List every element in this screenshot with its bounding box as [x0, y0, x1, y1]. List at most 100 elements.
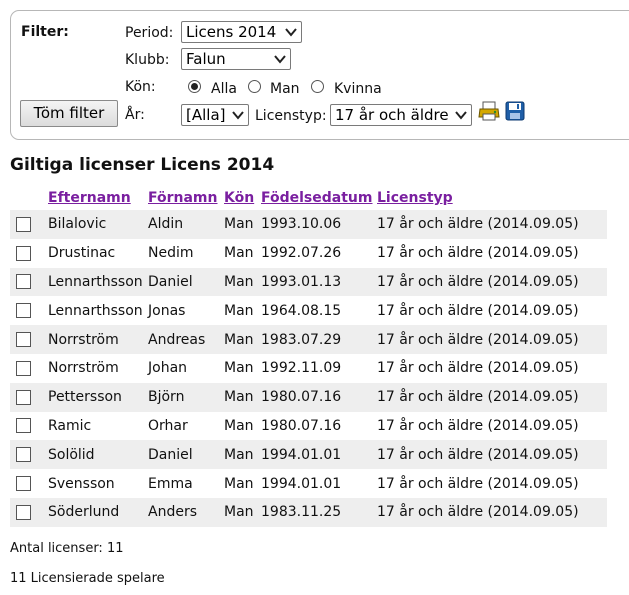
- gender-radio-kvinna[interactable]: [311, 80, 324, 93]
- cell-firstname: Björn: [148, 382, 224, 412]
- cell-license-type: 17 år och äldre (2014.09.05): [377, 497, 607, 527]
- row-checkbox[interactable]: [16, 360, 31, 376]
- filter-title: Filter:: [21, 24, 69, 40]
- period-select[interactable]: Licens 2014: [181, 21, 302, 43]
- cell-birthdate: 1994.01.01: [261, 469, 377, 498]
- cell-gender: Man: [224, 382, 261, 412]
- year-select[interactable]: [Alla]: [181, 104, 249, 126]
- cell-license-type: 17 år och äldre (2014.09.05): [377, 238, 607, 268]
- row-checkbox[interactable]: [16, 418, 31, 434]
- license-type-label: Licenstyp:: [255, 108, 327, 124]
- column-header-gender[interactable]: Kön: [224, 190, 261, 210]
- gender-radio-man[interactable]: [248, 80, 261, 93]
- cell-gender: Man: [224, 296, 261, 326]
- cell-select: [10, 411, 48, 441]
- club-select[interactable]: Falun: [181, 48, 291, 70]
- cell-lastname: Norrström: [48, 353, 148, 383]
- gender-radio-alla[interactable]: [188, 80, 201, 93]
- club-select-value: Falun: [186, 50, 226, 68]
- cell-firstname: Aldin: [148, 210, 224, 239]
- cell-firstname: Nedim: [148, 238, 224, 268]
- cell-birthdate: 1994.01.01: [261, 440, 377, 470]
- cell-gender: Man: [224, 497, 261, 527]
- column-header-firstname[interactable]: Förnamn: [148, 190, 224, 210]
- table-row: Lennarthsson Jonas Man 1964.08.15 17 år och …: [10, 296, 607, 326]
- cell-lastname: Norrström: [48, 325, 148, 354]
- table-row: Svensson Emma Man 1994.01.01 17 år och äldre…: [10, 469, 607, 498]
- table-row: Bilalovic Aldin Man 1993.10.06 17 år och äld…: [10, 210, 607, 239]
- cell-firstname: Johan: [148, 353, 224, 383]
- printer-icon[interactable]: [478, 101, 500, 121]
- cell-license-type: 17 år och äldre (2014.09.05): [377, 440, 607, 470]
- save-icon[interactable]: [505, 101, 525, 121]
- club-label: Klubb:: [125, 52, 170, 68]
- chevron-down-icon: [274, 55, 286, 64]
- table-row: Solölid Daniel Man 1994.01.01 17 år och äldr…: [10, 440, 607, 470]
- cell-select: [10, 353, 48, 383]
- cell-gender: Man: [224, 210, 261, 239]
- row-checkbox[interactable]: [16, 389, 31, 405]
- row-checkbox[interactable]: [16, 504, 31, 520]
- cell-select: [10, 469, 48, 498]
- license-type-select[interactable]: 17 år och äldre: [330, 104, 472, 126]
- table-body: Bilalovic Aldin Man 1993.10.06 17 år och äld…: [10, 210, 607, 527]
- cell-firstname: Jonas: [148, 296, 224, 326]
- cell-birthdate: 1964.08.15: [261, 296, 377, 326]
- table-row: Pettersson Björn Man 1980.07.16 17 år och äl…: [10, 382, 607, 412]
- cell-firstname: Emma: [148, 469, 224, 498]
- cell-birthdate: 1983.11.25: [261, 497, 377, 527]
- table-row: Norrström Johan Man 1992.11.09 17 år och äld…: [10, 353, 607, 383]
- cell-select: [10, 238, 48, 268]
- cell-select: [10, 210, 48, 239]
- gender-label: Kön:: [125, 79, 156, 95]
- cell-birthdate: 1993.10.06: [261, 210, 377, 239]
- period-select-value: Licens 2014: [186, 23, 277, 41]
- cell-license-type: 17 år och äldre (2014.09.05): [377, 382, 607, 412]
- page-title: Giltiga licenser Licens 2014: [10, 155, 275, 175]
- cell-birthdate: 1983.07.29: [261, 325, 377, 354]
- year-label: År:: [125, 107, 145, 123]
- table-header-row: Efternamn Förnamn Kön Födelsedatum Licen…: [10, 190, 607, 210]
- cell-lastname: Drustinac: [48, 238, 148, 268]
- licensed-players-count: 11 Licensierade spelare: [10, 571, 165, 586]
- cell-birthdate: 1992.11.09: [261, 353, 377, 383]
- table-row: Drustinac Nedim Man 1992.07.26 17 år och äld…: [10, 238, 607, 268]
- cell-license-type: 17 år och äldre (2014.09.05): [377, 353, 607, 383]
- period-label: Period:: [125, 25, 174, 41]
- cell-gender: Man: [224, 325, 261, 354]
- row-checkbox[interactable]: [16, 447, 31, 463]
- cell-firstname: Orhar: [148, 411, 224, 441]
- cell-license-type: 17 år och äldre (2014.09.05): [377, 325, 607, 354]
- cell-select: [10, 382, 48, 412]
- cell-lastname: Ramic: [48, 411, 148, 441]
- cell-license-type: 17 år och äldre (2014.09.05): [377, 267, 607, 297]
- cell-license-type: 17 år och äldre (2014.09.05): [377, 411, 607, 441]
- row-checkbox[interactable]: [16, 303, 31, 319]
- cell-gender: Man: [224, 440, 261, 470]
- row-checkbox[interactable]: [16, 476, 31, 492]
- cell-gender: Man: [224, 267, 261, 297]
- licenses-table: Efternamn Förnamn Kön Födelsedatum Licen…: [10, 190, 607, 527]
- cell-license-type: 17 år och äldre (2014.09.05): [377, 469, 607, 498]
- column-header-lastname[interactable]: Efternamn: [48, 190, 148, 210]
- chevron-down-icon: [455, 111, 467, 120]
- cell-birthdate: 1980.07.16: [261, 411, 377, 441]
- column-header-birthdate[interactable]: Födelsedatum: [261, 190, 377, 210]
- cell-lastname: Bilalovic: [48, 210, 148, 239]
- table-row: Söderlund Anders Man 1983.11.25 17 år och äl…: [10, 497, 607, 527]
- clear-filter-button[interactable]: Töm filter: [20, 100, 118, 127]
- row-checkbox[interactable]: [16, 274, 31, 290]
- row-checkbox[interactable]: [16, 332, 31, 348]
- cell-select: [10, 296, 48, 326]
- select-column-header: [10, 190, 48, 210]
- cell-gender: Man: [224, 353, 261, 383]
- cell-lastname: Lennarthsson: [48, 296, 148, 326]
- row-checkbox[interactable]: [16, 245, 31, 261]
- table-row: Lennarthsson Daniel Man 1993.01.13 17 år och…: [10, 267, 607, 297]
- column-header-license-type[interactable]: Licenstyp: [377, 190, 607, 210]
- cell-firstname: Daniel: [148, 440, 224, 470]
- gender-option-alla: Alla: [211, 81, 237, 97]
- cell-license-type: 17 år och äldre (2014.09.05): [377, 296, 607, 326]
- cell-select: [10, 325, 48, 354]
- row-checkbox[interactable]: [16, 216, 31, 232]
